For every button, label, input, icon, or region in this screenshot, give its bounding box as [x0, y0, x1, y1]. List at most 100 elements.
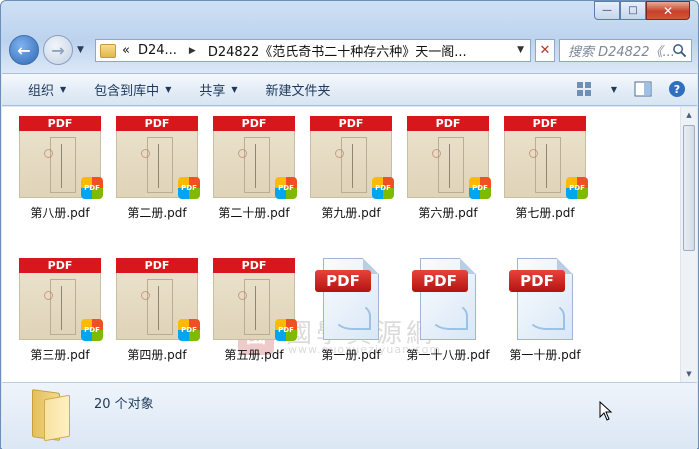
pdf-band-label: PDF [213, 116, 295, 131]
file-name: 第六册.pdf [418, 206, 478, 220]
file-item[interactable]: PDF PDF 第四册.pdf [109, 258, 205, 363]
pdf-app-badge-icon: PDF [372, 177, 394, 199]
pdf-thumbnail-icon: PDF PDF [504, 116, 588, 199]
file-item[interactable]: PDF PDF 第五册.pdf [206, 258, 302, 363]
explorer-window: — □ ✕ ← → ▼ « D24... ▶ D24822《范氏奇书二十种存六种… [0, 0, 699, 449]
organize-menu[interactable]: 组织 ▼ [28, 80, 66, 99]
caret-down-icon: ▼ [60, 85, 67, 94]
pdf-thumbnail-icon: PDF PDF [407, 116, 491, 199]
search-input[interactable]: 搜索 D24822《... [559, 39, 692, 62]
file-item[interactable]: PDF 第一册.pdf [303, 258, 399, 363]
caret-down-icon: ▼ [165, 85, 172, 94]
address-dropdown-icon[interactable]: ▼ [517, 45, 524, 55]
breadcrumb-current[interactable]: D24822《范氏奇书二十种存六种》天一阁... [208, 41, 467, 60]
caret-down-icon: ▼ [231, 85, 238, 94]
pdf-app-badge-icon: PDF [178, 177, 200, 199]
pdf-band-label: PDF [504, 116, 586, 131]
file-name: 第七册.pdf [515, 206, 575, 220]
close-button[interactable]: ✕ [646, 1, 690, 20]
file-item[interactable]: PDF PDF 第八册.pdf [12, 116, 108, 221]
pdf-thumbnail-icon: PDF PDF [213, 116, 297, 199]
pdf-thumbnail-icon: PDF PDF [19, 258, 103, 341]
file-name: 第五册.pdf [224, 348, 284, 362]
file-item[interactable]: PDF PDF 第三册.pdf [12, 258, 108, 363]
pdf-doc-label: PDF [412, 270, 468, 292]
pdf-app-badge-icon: PDF [178, 319, 200, 341]
file-item[interactable]: PDF PDF 第七册.pdf [497, 116, 593, 221]
file-name: 第三册.pdf [30, 348, 90, 362]
pdf-app-badge-icon: PDF [81, 319, 103, 341]
details-pane: 20 个对象 [2, 382, 697, 449]
pdf-band-label: PDF [310, 116, 392, 131]
pdf-app-badge-icon: PDF [275, 319, 297, 341]
share-menu[interactable]: 共享 ▼ [199, 80, 237, 99]
file-item[interactable]: PDF PDF 第二十册.pdf [206, 116, 302, 221]
file-name: 第二册.pdf [127, 206, 187, 220]
file-name: 第二十册.pdf [218, 206, 290, 220]
scrollbar-thumb[interactable] [683, 125, 695, 251]
file-name: 第八册.pdf [30, 206, 90, 220]
pdf-document-icon: PDF [412, 258, 484, 340]
file-item[interactable]: PDF 第一十八册.pdf [400, 258, 496, 363]
pdf-app-badge-icon: PDF [275, 177, 297, 199]
search-placeholder: 搜索 D24822《... [568, 45, 675, 60]
folder-icon [32, 389, 72, 442]
file-item[interactable]: PDF 第一十册.pdf [497, 258, 593, 363]
file-name: 第四册.pdf [127, 348, 187, 362]
forward-arrow-icon[interactable]: → [43, 35, 73, 65]
caption-buttons: — □ ✕ [594, 1, 690, 20]
history-dropdown-icon[interactable]: ▼ [77, 45, 84, 55]
scroll-down-icon[interactable]: ▼ [681, 366, 697, 382]
file-list-pane[interactable]: 國 國學資源網 www.guoxueziyuan.com PDFPDF第八册.p… [2, 107, 689, 382]
view-controls: ▼ ? [575, 80, 687, 98]
file-name: 第九册.pdf [321, 206, 381, 220]
new-folder-button[interactable]: 新建文件夹 [266, 80, 331, 99]
pdf-band-label: PDF [19, 116, 101, 131]
mouse-cursor-icon [599, 401, 613, 421]
file-item[interactable]: PDF PDF 第六册.pdf [400, 116, 496, 221]
include-in-library-menu[interactable]: 包含到库中 ▼ [94, 80, 171, 99]
file-item[interactable]: PDF PDF 第二册.pdf [109, 116, 205, 221]
view-dropdown-icon[interactable]: ▼ [609, 80, 619, 98]
pdf-band-label: PDF [116, 116, 198, 131]
breadcrumb-segment[interactable]: D24... [138, 43, 177, 58]
maximize-button[interactable]: □ [620, 1, 646, 20]
pdf-app-badge-icon: PDF [469, 177, 491, 199]
pdf-thumbnail-icon: PDF PDF [116, 116, 200, 199]
minimize-button[interactable]: — [594, 1, 620, 20]
pdf-thumbnail-icon: PDF PDF [19, 116, 103, 199]
folder-icon [100, 43, 116, 58]
scroll-up-icon[interactable]: ▲ [681, 107, 697, 123]
command-bar: 组织 ▼ 包含到库中 ▼ 共享 ▼ 新建文件夹 ▼ ? [2, 73, 697, 106]
pdf-doc-label: PDF [315, 270, 371, 292]
pdf-document-icon: PDF [509, 258, 581, 340]
pdf-band-label: PDF [407, 116, 489, 131]
pdf-thumbnail-icon: PDF PDF [310, 116, 394, 199]
preview-pane-icon[interactable] [633, 80, 653, 98]
item-count: 20 个对象 [94, 397, 154, 412]
pdf-band-label: PDF [213, 258, 295, 273]
file-name: 第一十册.pdf [509, 348, 581, 362]
pdf-document-icon: PDF [315, 258, 387, 340]
file-name: 第一十八册.pdf [406, 348, 490, 362]
pdf-thumbnail-icon: PDF PDF [116, 258, 200, 341]
address-bar[interactable]: « D24... ▶ D24822《范氏奇书二十种存六种》天一阁... ▼ [95, 39, 531, 62]
pdf-doc-label: PDF [509, 270, 565, 292]
back-arrow-icon[interactable]: ← [9, 35, 39, 65]
pdf-thumbnail-icon: PDF PDF [213, 258, 297, 341]
search-icon[interactable] [672, 43, 687, 58]
address-overflow[interactable]: « [122, 43, 130, 58]
vertical-scrollbar[interactable]: ▲ ▼ [680, 107, 697, 382]
navigation-bar: ← → ▼ « D24... ▶ D24822《范氏奇书二十种存六种》天一阁..… [9, 35, 692, 65]
breadcrumb-chevron-icon[interactable]: ▶ [189, 46, 196, 56]
svg-text:?: ? [674, 83, 680, 96]
pdf-band-label: PDF [19, 258, 101, 273]
pdf-app-badge-icon: PDF [566, 177, 588, 199]
change-view-icon[interactable] [575, 80, 595, 98]
pdf-band-label: PDF [116, 258, 198, 273]
close-x-icon[interactable]: ✕ [535, 39, 555, 62]
help-icon[interactable]: ? [667, 80, 687, 98]
file-item[interactable]: PDF PDF 第九册.pdf [303, 116, 399, 221]
pdf-app-badge-icon: PDF [81, 177, 103, 199]
file-name: 第一册.pdf [321, 348, 381, 362]
